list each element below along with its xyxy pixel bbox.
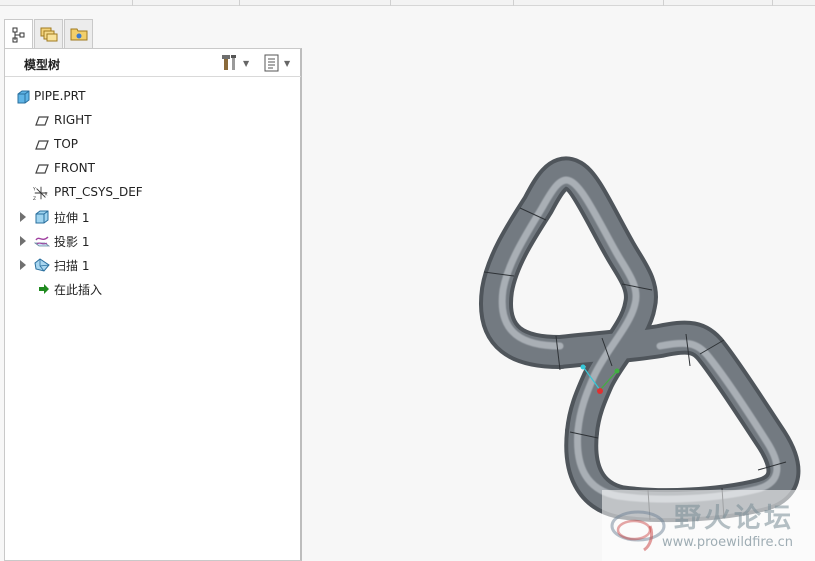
- coordinate-system-icon: Y Z X: [33, 185, 49, 202]
- tree-item-label: 拉伸 1: [54, 211, 90, 225]
- panel-title: 模型树: [24, 58, 61, 72]
- folder-browser-icon: [40, 27, 57, 42]
- tab-model-tree[interactable]: [4, 19, 33, 49]
- expand-arrow-icon[interactable]: [20, 212, 26, 222]
- expand-arrow-icon[interactable]: [20, 236, 26, 246]
- projected-curve-icon: [34, 233, 50, 249]
- show-columns-icon: [264, 54, 279, 72]
- watermark-url: www.proewildfire.cn: [662, 535, 793, 550]
- tree-item-label: 扫描 1: [54, 259, 90, 273]
- watermark-title: 野火论坛: [674, 503, 794, 534]
- model-tree-icon: [12, 27, 24, 42]
- settings-tools-icon: [222, 55, 236, 70]
- tab-folder-browser[interactable]: [34, 19, 63, 48]
- tree-item-label: 投影 1: [54, 235, 90, 249]
- part-icon: [15, 89, 31, 105]
- chevron-down-icon: ▼: [243, 58, 250, 68]
- show-dropdown-button[interactable]: ▼: [263, 53, 290, 73]
- svg-text:Y: Y: [33, 186, 36, 192]
- settings-dropdown-button[interactable]: ▼: [220, 53, 249, 73]
- tree-item-sweep[interactable]: 扫描 1: [5, 253, 301, 277]
- model-tree-header: 模型树 ▼ ▼: [5, 49, 301, 77]
- expand-arrow-icon[interactable]: [20, 260, 26, 270]
- tree-item-label: 在此插入: [54, 283, 103, 297]
- extrude-icon: [34, 209, 50, 225]
- tree-item-front[interactable]: FRONT: [5, 157, 301, 181]
- svg-text:Z: Z: [33, 196, 36, 202]
- tree-item-label: RIGHT: [54, 113, 92, 127]
- tree-item-insert-here[interactable]: 在此插入: [5, 277, 301, 301]
- pipe-model: [479, 156, 801, 523]
- datum-plane-icon: [34, 113, 50, 129]
- tree-item-extrude[interactable]: 拉伸 1: [5, 205, 301, 229]
- tree-item-label: FRONT: [54, 161, 95, 175]
- sweep-icon: [34, 257, 50, 273]
- tree-item-top[interactable]: TOP: [5, 133, 301, 157]
- tree-item-csys[interactable]: Y Z X PRT_CSYS_DEF: [5, 181, 301, 205]
- tree-item-label: PIPE.PRT: [34, 89, 86, 103]
- watermark: 野火论坛 www.proewildfire.cn: [602, 490, 815, 561]
- graphics-viewport[interactable]: [303, 7, 815, 561]
- navigator-tabs: [4, 19, 94, 49]
- tree-item-label: PRT_CSYS_DEF: [54, 185, 143, 199]
- favorites-icon: [70, 28, 87, 41]
- datum-plane-icon: [34, 161, 50, 177]
- app-window: 模型树 ▼ ▼ PIPE.PRT RIGHT TOP FRONT Y Z X P…: [0, 0, 815, 561]
- tree-item-projected[interactable]: 投影 1: [5, 229, 301, 253]
- model-tree: PIPE.PRT RIGHT TOP FRONT Y Z X PRT_CSYS_…: [5, 85, 301, 301]
- chevron-down-icon: ▼: [284, 58, 291, 68]
- tree-item-root[interactable]: PIPE.PRT: [5, 85, 301, 109]
- svg-text:X: X: [45, 192, 48, 198]
- model-tree-panel: 模型树 ▼ ▼ PIPE.PRT RIGHT TOP FRONT Y Z X P…: [4, 48, 302, 561]
- tree-item-label: TOP: [54, 137, 79, 151]
- top-toolbar-strip: [0, 0, 815, 6]
- tree-item-right[interactable]: RIGHT: [5, 109, 301, 133]
- datum-plane-icon: [34, 137, 50, 153]
- tab-favorites[interactable]: [64, 19, 93, 48]
- insert-here-icon: [36, 281, 52, 297]
